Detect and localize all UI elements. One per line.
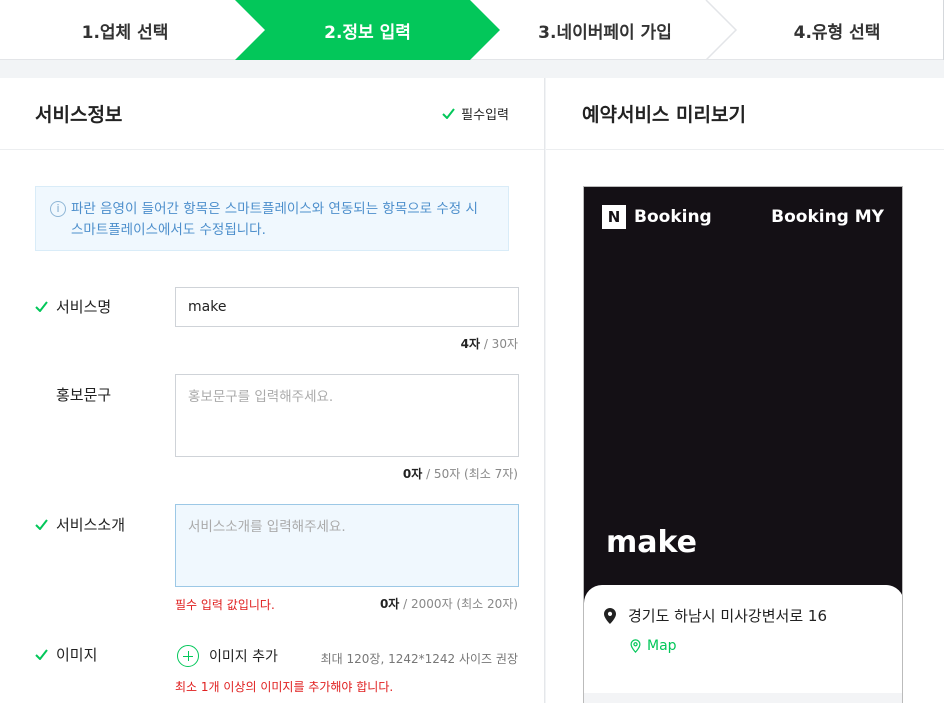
intro-label: 서비스소개	[35, 514, 125, 535]
required-label: 필수입력	[461, 108, 509, 123]
booking-logo: N Booking	[602, 205, 712, 229]
booking-preview: N Booking Booking MY make 경기도 하남시 미사강변서로…	[583, 186, 903, 703]
promo-label-text: 홍보문구	[56, 386, 112, 404]
preview-panel: 예약서비스 미리보기 N Booking Booking MY make 경기도…	[546, 78, 944, 703]
service-info-title: 서비스정보	[35, 104, 123, 126]
map-link[interactable]: Map	[630, 638, 884, 654]
naver-n-icon: N	[602, 205, 626, 229]
check-icon	[35, 301, 48, 312]
required-legend: 필수입력	[442, 104, 509, 123]
check-icon	[35, 519, 48, 530]
image-error: 최소 1개 이상의 이미지를 추가해야 합니다.	[175, 680, 394, 694]
map-link-text: Map	[647, 638, 677, 654]
service-name-label-text: 서비스명	[56, 298, 112, 316]
sync-notice-text: 파란 음영이 들어간 항목은 스마트플레이스와 연동되는 항목으로 수정 시 스…	[71, 201, 478, 238]
image-label: 이미지	[35, 644, 97, 665]
booking-my-link[interactable]: Booking MY	[771, 207, 884, 227]
map-pin-icon	[630, 639, 641, 653]
service-name-label: 서비스명	[35, 296, 111, 317]
step-progress-bar: 1.업체 선택 2.정보 입력 3.네이버페이 가입 4.유형 선택	[0, 0, 944, 60]
step-4-label: 4.유형 선택	[793, 22, 881, 43]
service-name-count: 4자	[460, 337, 480, 351]
step-3: 3.네이버페이 가입	[470, 0, 720, 60]
booking-logo-text: Booking	[634, 207, 712, 227]
image-size-hint: 최대 120장, 1242*1242 사이즈 권장	[320, 652, 518, 666]
preview-service-name: make	[606, 525, 697, 560]
intro-textarea[interactable]: 서비스소개를 입력해주세요.	[175, 504, 519, 587]
service-name-counter: 4자 / 30자	[461, 335, 518, 352]
step-2-active: 2.정보 입력	[235, 0, 500, 60]
intro-count: 0자	[379, 597, 400, 611]
add-image-button[interactable]: 이미지 추가	[177, 645, 278, 667]
info-icon: i	[50, 201, 66, 217]
promo-count: 0자	[402, 467, 423, 481]
add-image-label: 이미지 추가	[209, 649, 278, 665]
intro-counter: 0자 / 2000자 (최소 20자)	[380, 595, 518, 612]
preview-header: 예약서비스 미리보기	[546, 78, 944, 150]
promo-counter: 0자 / 50자 (최소 7자)	[403, 465, 518, 482]
step-1-label: 1.업체 선택	[81, 22, 169, 43]
promo-textarea[interactable]: 홍보문구를 입력해주세요.	[175, 374, 519, 457]
promo-label: 홍보문구	[35, 384, 111, 405]
preview-topbar: N Booking Booking MY	[602, 205, 884, 229]
image-label-text: 이미지	[56, 646, 98, 664]
intro-max: / 2000자 (최소 20자)	[403, 597, 518, 611]
preview-info-card: 경기도 하남시 미사강변서로 16 Map	[584, 585, 902, 703]
step-4: 4.유형 선택	[720, 0, 944, 60]
check-icon	[442, 108, 455, 119]
preview-address: 경기도 하남시 미사강변서로 16	[604, 605, 884, 626]
step-2-label: 2.정보 입력	[324, 22, 411, 43]
service-info-header: 서비스정보 필수입력	[0, 78, 544, 150]
preview-title: 예약서비스 미리보기	[582, 104, 746, 126]
preview-address-text: 경기도 하남시 미사강변서로 16	[628, 607, 827, 625]
intro-placeholder: 서비스소개를 입력해주세요.	[188, 519, 346, 535]
service-name-input[interactable]: make	[175, 287, 519, 327]
plus-circle-icon	[177, 645, 199, 667]
sync-notice: i 파란 음영이 들어간 항목은 스마트플레이스와 연동되는 항목으로 수정 시…	[35, 186, 509, 251]
step-1: 1.업체 선택	[0, 0, 250, 60]
promo-max: / 50자 (최소 7자)	[426, 467, 518, 481]
promo-placeholder: 홍보문구를 입력해주세요.	[188, 389, 334, 405]
intro-error: 필수 입력 값입니다.	[175, 598, 275, 612]
preview-bottom-strip	[584, 693, 902, 703]
service-info-panel: 서비스정보 필수입력 i 파란 음영이 들어간 항목은 스마트플레이스와 연동되…	[0, 78, 545, 703]
check-icon	[35, 649, 48, 660]
service-name-max: / 30자	[483, 337, 518, 351]
intro-label-text: 서비스소개	[56, 516, 126, 534]
location-pin-icon	[604, 607, 616, 624]
step-3-label: 3.네이버페이 가입	[538, 22, 672, 43]
